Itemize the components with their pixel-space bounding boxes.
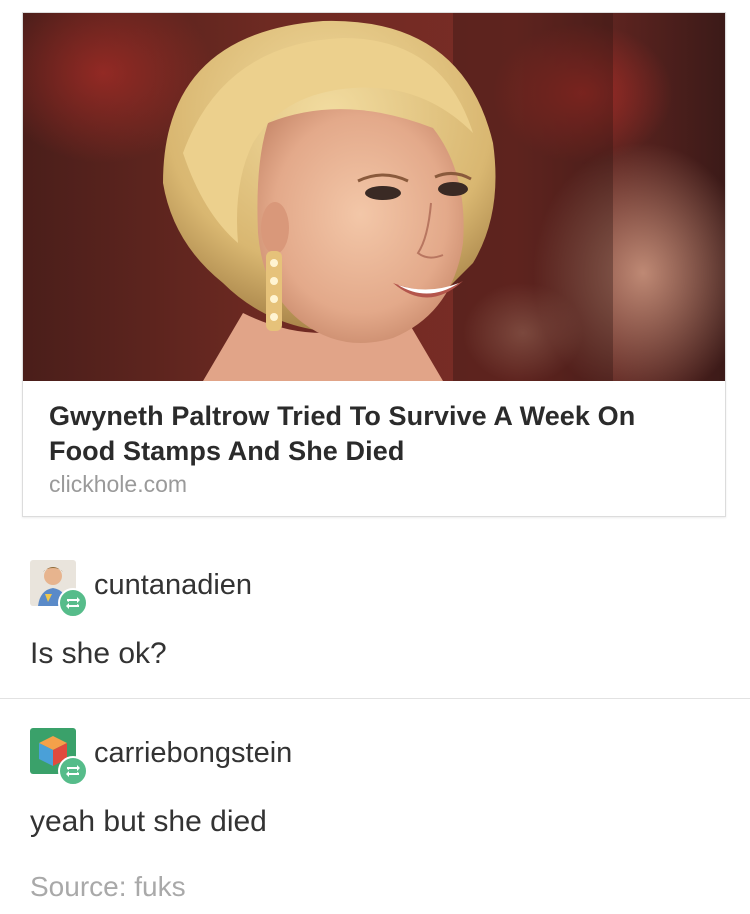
reblog-icon — [58, 588, 88, 618]
username[interactable]: carriebongstein — [94, 736, 292, 770]
reblog-entry: cuntanadien Is she ok? — [0, 556, 750, 698]
article-title[interactable]: Gwyneth Paltrow Tried To Survive A Week … — [49, 399, 709, 469]
avatar-group[interactable] — [30, 560, 90, 620]
divider — [0, 698, 750, 699]
source-link[interactable]: Source: fuks — [30, 870, 186, 904]
reblog-icon — [58, 756, 88, 786]
article-domain[interactable]: clickhole.com — [49, 471, 187, 498]
reblog-comment: yeah but she died — [30, 805, 267, 838]
link-card[interactable]: Gwyneth Paltrow Tried To Survive A Week … — [22, 12, 726, 517]
article-photo[interactable] — [23, 13, 726, 381]
reblog-comment: Is she ok? — [30, 637, 167, 670]
avatar-group[interactable] — [30, 728, 90, 788]
reblog-entry: carriebongstein yeah but she died Source… — [0, 700, 750, 914]
username[interactable]: cuntanadien — [94, 568, 252, 602]
